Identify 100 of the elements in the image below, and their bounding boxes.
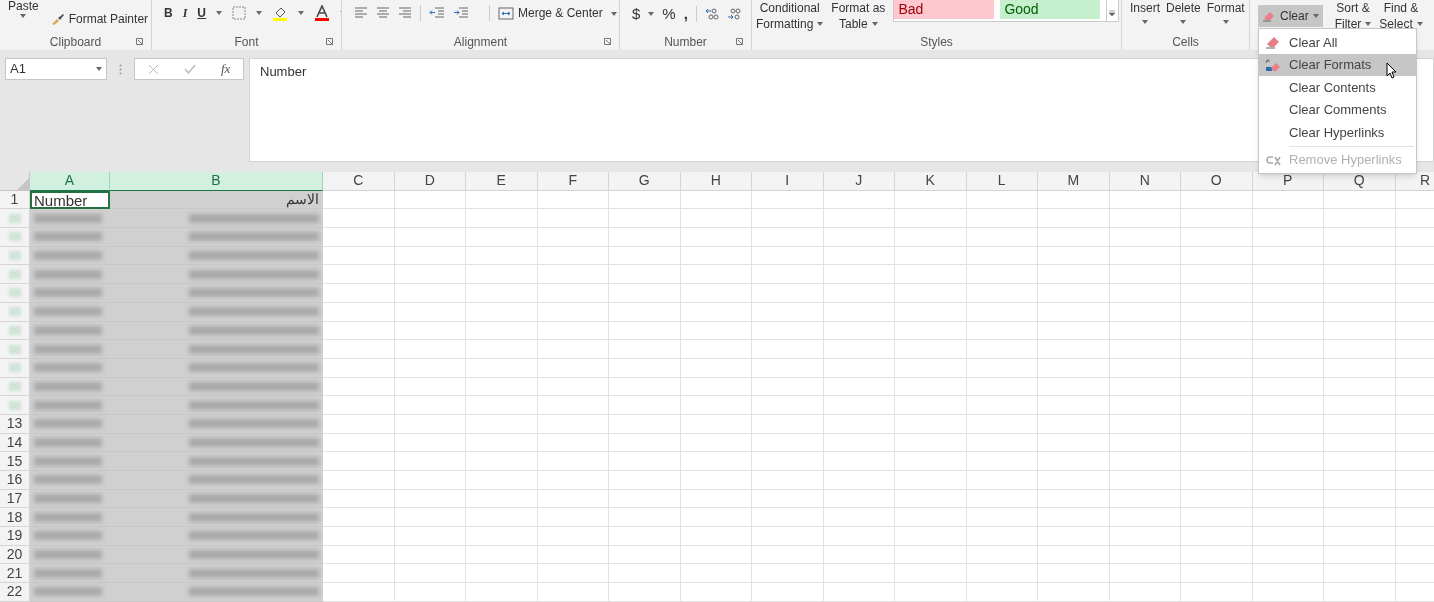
table-cell[interactable] [1181, 265, 1253, 285]
font-color-icon[interactable] [314, 5, 330, 21]
table-cell[interactable] [1181, 321, 1253, 341]
table-cell[interactable] [394, 433, 466, 453]
fill-color-icon[interactable] [272, 5, 288, 21]
table-cell[interactable] [1324, 508, 1396, 528]
cells-command-button[interactable]: Format [1206, 0, 1245, 24]
table-cell[interactable] [394, 265, 466, 285]
table-cell[interactable] [823, 302, 895, 322]
table-cell[interactable] [609, 246, 681, 266]
table-cell[interactable] [680, 489, 752, 509]
row-header[interactable]: 21 [0, 564, 30, 584]
row-header[interactable]: 15 [0, 452, 30, 471]
table-cell[interactable] [966, 377, 1038, 397]
column-header[interactable]: D [394, 172, 466, 191]
table-cell[interactable] [394, 190, 466, 210]
table-cell[interactable] [466, 284, 538, 303]
table-cell[interactable] [823, 377, 895, 397]
table-cell[interactable] [966, 321, 1038, 341]
table-cell[interactable] [323, 228, 395, 247]
table-cell[interactable] [323, 284, 395, 303]
table-cell[interactable] [1109, 377, 1181, 397]
table-cell[interactable] [823, 209, 895, 229]
table-cell[interactable] [895, 340, 967, 359]
table-cell[interactable] [1252, 583, 1324, 602]
underline-button[interactable]: U [197, 4, 206, 22]
table-cell[interactable] [680, 452, 752, 471]
table-cell[interactable] [1324, 228, 1396, 247]
table-cell[interactable] [394, 471, 466, 490]
table-cell[interactable] [895, 583, 967, 602]
table-cell[interactable] [1252, 564, 1324, 584]
table-cell[interactable] [680, 583, 752, 602]
table-cell[interactable] [537, 414, 609, 434]
column-header[interactable]: O [1181, 172, 1253, 191]
insert-function-button[interactable]: fx [221, 59, 231, 79]
borders-icon[interactable] [232, 6, 246, 20]
table-cell[interactable] [895, 302, 967, 322]
table-cell[interactable] [1038, 209, 1110, 229]
table-cell[interactable] [1252, 265, 1324, 285]
table-cell[interactable] [323, 489, 395, 509]
table-cell[interactable] [752, 564, 824, 584]
table-cell[interactable] [609, 433, 681, 453]
table-cell[interactable] [966, 284, 1038, 303]
table-cell[interactable] [966, 508, 1038, 528]
table-cell[interactable] [394, 246, 466, 266]
cell-style-swatch[interactable]: Good [1000, 0, 1101, 19]
table-cell[interactable] [752, 302, 824, 322]
table-cell[interactable] [680, 358, 752, 378]
table-cell[interactable] [680, 414, 752, 434]
table-cell[interactable] [1181, 527, 1253, 546]
table-cell[interactable] [966, 358, 1038, 378]
table-cell[interactable] [966, 452, 1038, 471]
table-cell[interactable] [1038, 545, 1110, 565]
cells-command-button[interactable]: Insert [1130, 0, 1160, 24]
table-cell[interactable] [466, 564, 538, 584]
table-cell[interactable] [394, 545, 466, 565]
select-all-corner[interactable] [0, 172, 30, 191]
cancel-icon[interactable] [147, 63, 159, 75]
table-cell[interactable] [752, 433, 824, 453]
table-cell[interactable] [1109, 564, 1181, 584]
table-cell[interactable] [752, 228, 824, 247]
table-cell[interactable] [1109, 545, 1181, 565]
find-select-button[interactable]: Find & Select [1379, 0, 1423, 32]
table-cell[interactable] [1324, 265, 1396, 285]
table-cell[interactable] [1181, 564, 1253, 584]
table-cell[interactable] [466, 190, 538, 210]
table-cell[interactable] [1324, 246, 1396, 266]
table-cell[interactable] [895, 489, 967, 509]
table-cell[interactable] [752, 508, 824, 528]
table-cell[interactable] [752, 545, 824, 565]
table-cell[interactable] [466, 246, 538, 266]
sort-filter-button[interactable]: Sort & Filter [1334, 0, 1372, 32]
table-cell[interactable] [394, 358, 466, 378]
table-cell[interactable] [466, 396, 538, 415]
column-header[interactable]: C [323, 172, 395, 191]
table-cell[interactable] [823, 340, 895, 359]
table-cell[interactable] [680, 545, 752, 565]
table-cell[interactable] [609, 583, 681, 602]
table-cell[interactable] [1181, 583, 1253, 602]
table-cell[interactable] [823, 545, 895, 565]
table-cell[interactable] [323, 583, 395, 602]
table-cell[interactable] [1109, 321, 1181, 341]
table-cell[interactable] [823, 433, 895, 453]
table-cell[interactable] [1038, 508, 1110, 528]
table-cell[interactable] [752, 414, 824, 434]
table-cell[interactable] [609, 190, 681, 210]
table-cell[interactable] [1038, 471, 1110, 490]
table-cell[interactable] [1252, 228, 1324, 247]
table-cell[interactable] [537, 545, 609, 565]
table-cell[interactable] [823, 396, 895, 415]
table-cell[interactable] [1252, 471, 1324, 490]
table-cell[interactable] [1038, 583, 1110, 602]
table-cell[interactable] [895, 228, 967, 247]
table-cell[interactable] [680, 321, 752, 341]
table-cell[interactable] [823, 284, 895, 303]
table-cell[interactable] [537, 190, 609, 210]
table-cell[interactable] [1038, 452, 1110, 471]
table-cell[interactable] [609, 340, 681, 359]
currency-button[interactable]: $ [632, 3, 641, 26]
table-cell[interactable] [1109, 358, 1181, 378]
